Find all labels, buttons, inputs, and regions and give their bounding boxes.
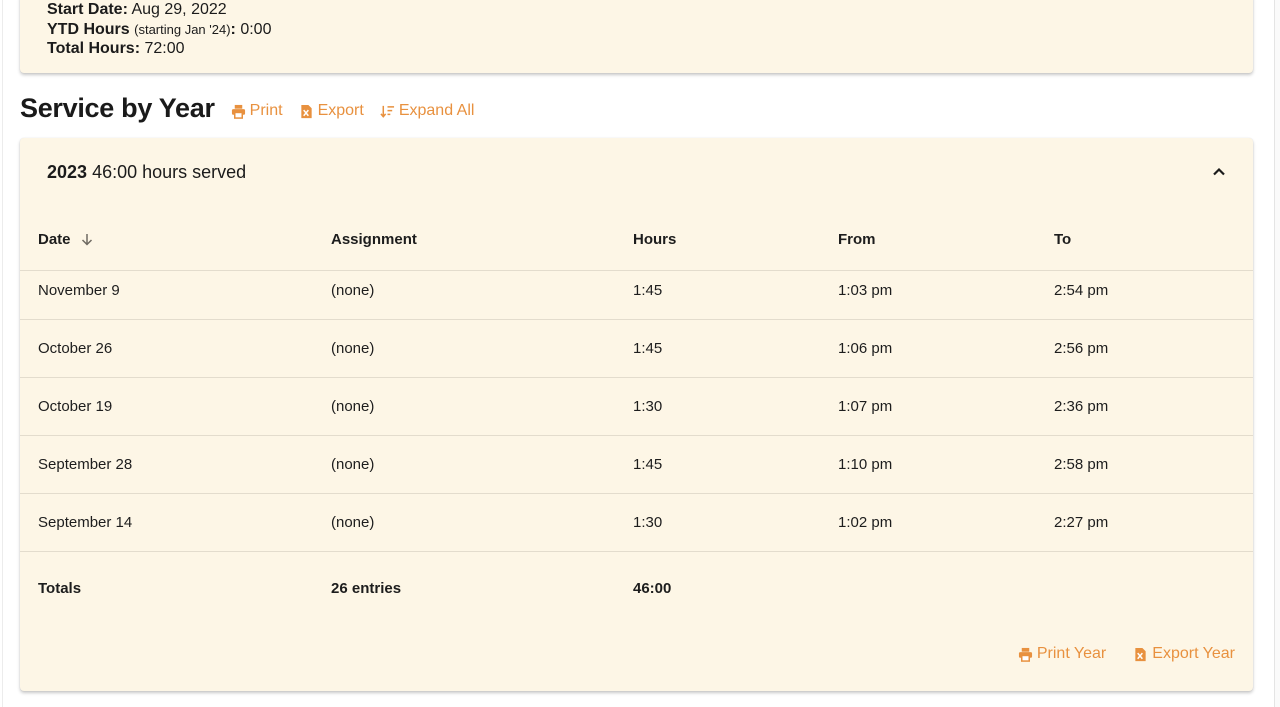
export-year-label: Export Year <box>1152 645 1235 662</box>
ytd-hours-colon: : <box>230 20 236 38</box>
column-header-assignment[interactable]: Assignment <box>331 210 633 270</box>
totals-empty-to <box>1054 551 1253 624</box>
cell-to: 2:27 pm <box>1054 513 1109 531</box>
column-header-label: Date <box>38 231 71 249</box>
table-row: September 28 (none) 1:45 1:10 pm 2:58 pm <box>20 435 1253 493</box>
cell-date: October 19 <box>38 397 113 415</box>
year-footer-actions: Print Year Export Year <box>1018 645 1235 663</box>
total-hours-value: 72:00 <box>144 40 185 57</box>
year-hours-served: 46:00 hours served <box>92 162 247 182</box>
table-row: October 26 (none) 1:45 1:06 pm 2:56 pm <box>20 319 1253 377</box>
cell-to: 2:58 pm <box>1054 455 1109 473</box>
cell-date: September 28 <box>38 455 133 473</box>
year-label: 2023 <box>47 162 88 182</box>
totals-empty-from <box>838 551 1054 624</box>
column-header-date[interactable]: Date <box>20 210 331 270</box>
column-header-to[interactable]: To <box>1054 210 1253 270</box>
total-hours-line: Total Hours: 72:00 <box>47 39 1253 59</box>
sort-expand-icon <box>380 104 395 119</box>
ytd-hours-label: YTD Hours <box>47 20 130 38</box>
export-label: Export <box>317 102 364 119</box>
print-label: Print <box>249 102 283 119</box>
start-date-line: Start Date: Aug 29, 2022 <box>47 0 1253 20</box>
total-hours-label: Total Hours: <box>47 40 141 57</box>
cell-hours: 1:30 <box>633 513 663 531</box>
page-left-border <box>0 0 3 707</box>
cell-assignment: (none) <box>331 282 375 299</box>
cell-from: 1:03 pm <box>838 282 893 299</box>
cell-date: September 14 <box>38 513 133 531</box>
cell-to: 2:56 pm <box>1054 339 1109 357</box>
expand-all-label: Expand All <box>398 102 475 119</box>
column-header-from[interactable]: From <box>838 210 1054 270</box>
cell-assignment: (none) <box>331 397 375 415</box>
start-date-label: Start Date: <box>47 1 128 18</box>
cell-from: 1:02 pm <box>838 513 893 531</box>
totals-entries: 26 entries <box>331 580 402 598</box>
cell-from: 1:10 pm <box>838 455 893 473</box>
cell-hours: 1:45 <box>633 339 663 357</box>
table-row: September 14 (none) 1:30 1:02 pm 2:27 pm <box>20 493 1253 551</box>
column-header-hours[interactable]: Hours <box>633 210 838 270</box>
cell-date: November 9 <box>38 282 120 299</box>
cell-to: 2:54 pm <box>1054 282 1109 299</box>
cell-hours: 1:30 <box>633 397 663 415</box>
cell-date: October 26 <box>38 339 113 357</box>
printer-icon <box>231 104 246 119</box>
ytd-hours-value: 0:00 <box>240 20 272 38</box>
excel-file-icon <box>1133 647 1148 662</box>
cell-assignment: (none) <box>331 339 375 357</box>
print-year-button[interactable]: Print Year <box>1018 645 1106 663</box>
volunteer-summary-card: Start Date: Aug 29, 2022 YTD Hours (star… <box>20 0 1253 73</box>
cell-from: 1:07 pm <box>838 397 893 415</box>
cell-hours: 1:45 <box>633 455 663 473</box>
cell-from: 1:06 pm <box>838 339 893 357</box>
service-by-year-header: Service by Year Print Export Expand All <box>20 90 474 126</box>
excel-file-icon <box>299 104 314 119</box>
totals-row: Totals 26 entries 46:00 <box>20 551 1253 624</box>
start-date-value: Aug 29, 2022 <box>131 1 227 18</box>
year-panel-summary[interactable]: 2023 46:00 hours served <box>47 162 246 183</box>
cell-assignment: (none) <box>331 513 375 531</box>
totals-hours: 46:00 <box>633 580 672 598</box>
section-title: Service by Year <box>20 92 215 123</box>
expand-all-button[interactable]: Expand All <box>380 102 475 120</box>
print-year-label: Print Year <box>1036 645 1107 662</box>
export-button[interactable]: Export <box>299 102 364 120</box>
print-button[interactable]: Print <box>231 102 283 120</box>
year-2023-panel: 2023 46:00 hours served Date Assignment … <box>20 138 1253 691</box>
cell-assignment: (none) <box>331 455 375 473</box>
cell-hours: 1:45 <box>633 282 663 299</box>
ytd-hours-note: (starting Jan '24) <box>134 21 231 37</box>
page-scrollbar-gutter <box>1274 0 1280 707</box>
collapse-year-button[interactable] <box>1209 162 1229 182</box>
printer-icon <box>1018 647 1033 662</box>
table-header-row: Date Assignment Hours From To <box>20 210 1253 270</box>
export-year-button[interactable]: Export Year <box>1133 645 1235 663</box>
table-row: October 19 (none) 1:30 1:07 pm 2:36 pm <box>20 377 1253 435</box>
totals-label: Totals <box>38 580 82 598</box>
ytd-hours-line: YTD Hours (starting Jan '24): 0:00 <box>47 20 1253 40</box>
cell-to: 2:36 pm <box>1054 397 1109 415</box>
service-table: Date Assignment Hours From To November 9… <box>20 210 1253 624</box>
table-row: November 9 (none) 1:45 1:03 pm 2:54 pm <box>20 270 1253 319</box>
arrow-down-icon <box>81 233 93 246</box>
chevron-up-icon <box>1209 162 1229 182</box>
